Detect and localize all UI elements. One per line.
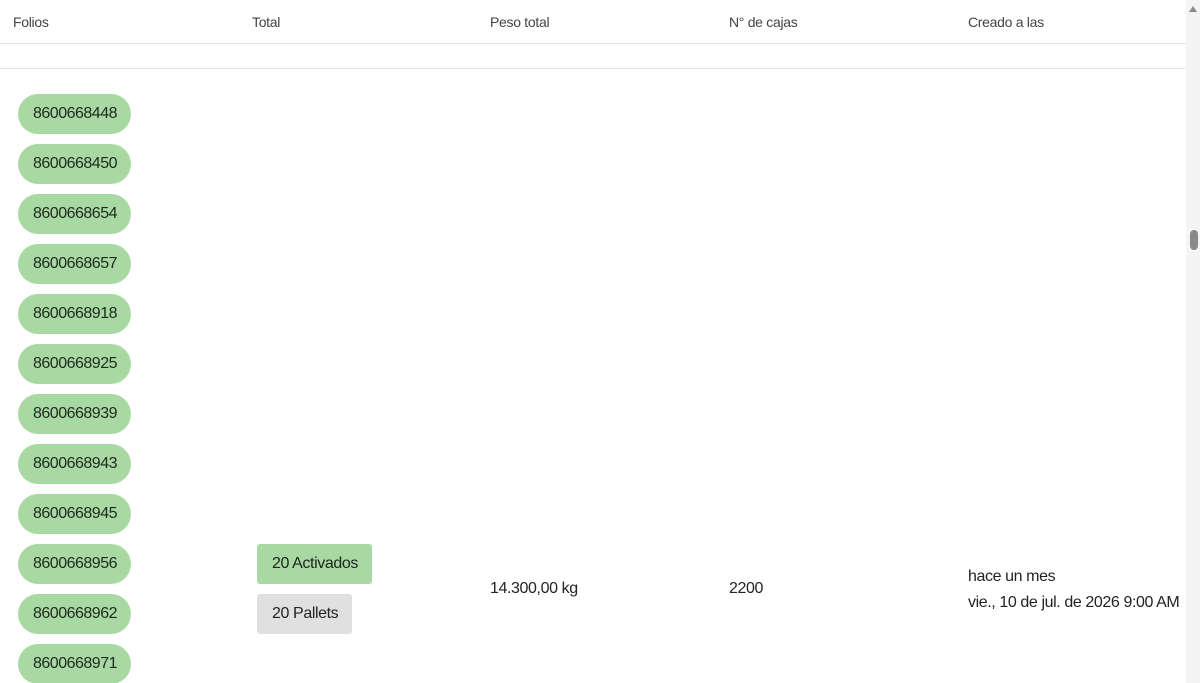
folio-chip[interactable]: 8600668450 [18, 144, 131, 184]
pallets-table: Folios Total Peso total N° de cajas Crea… [0, 0, 1186, 683]
peso-total-value: 14.300,00 kg [490, 580, 578, 597]
folio-chip[interactable]: 8600668956 [18, 544, 131, 584]
folio-chip[interactable]: 8600668945 [18, 494, 131, 534]
header-peso-total[interactable]: Peso total [490, 14, 550, 30]
creado-datetime: vie., 10 de jul. de 2026 9:00 AM [968, 594, 1180, 611]
folio-chip[interactable]: 8600668918 [18, 294, 131, 334]
folio-chip[interactable]: 8600668654 [18, 194, 131, 234]
page: Folios Total Peso total N° de cajas Crea… [0, 0, 1200, 683]
activados-badge: 20 Activados [257, 544, 372, 584]
scrollbar-thumb[interactable] [1190, 230, 1198, 250]
num-cajas-value: 2200 [729, 580, 763, 597]
vertical-scrollbar[interactable] [1186, 0, 1200, 683]
folio-chip[interactable]: 8600668943 [18, 444, 131, 484]
pallets-badge: 20 Pallets [257, 594, 353, 634]
folio-chip[interactable]: 8600668971 [18, 644, 131, 683]
folio-chip[interactable]: 8600668939 [18, 394, 131, 434]
scroll-up-arrow-icon[interactable] [1189, 6, 1197, 12]
creado-relative-time: hace un mes [968, 568, 1056, 585]
folio-chip[interactable]: 8600668657 [18, 244, 131, 284]
folio-chip[interactable]: 8600668925 [18, 344, 131, 384]
header-total[interactable]: Total [252, 14, 280, 30]
table-header: Folios Total Peso total N° de cajas Crea… [0, 0, 1186, 44]
header-folios[interactable]: Folios [13, 14, 49, 30]
folio-chip[interactable]: 8600668962 [18, 594, 131, 634]
header-creado[interactable]: Creado a las [968, 14, 1044, 30]
row-divider [0, 68, 1186, 69]
folio-chip[interactable]: 8600668448 [18, 94, 131, 134]
header-num-cajas[interactable]: N° de cajas [729, 14, 798, 30]
